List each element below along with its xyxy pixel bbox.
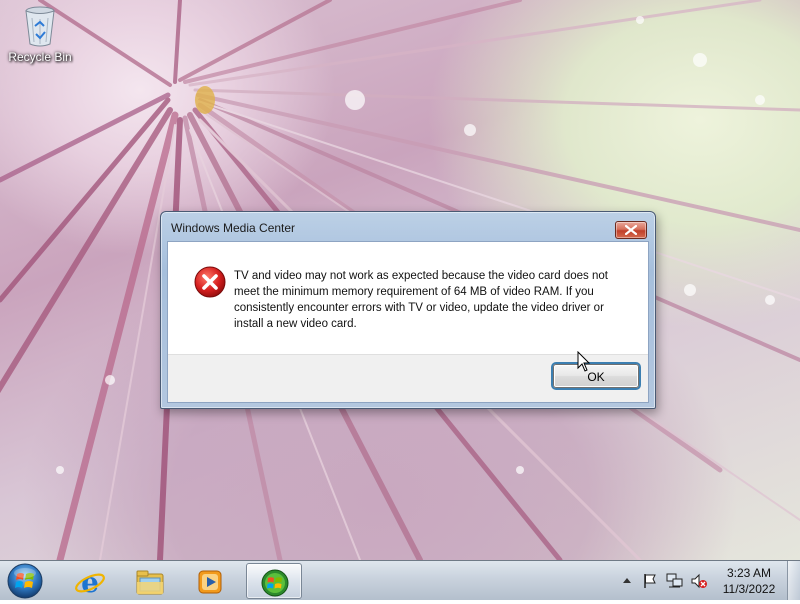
- windows-media-player-icon: [198, 570, 222, 594]
- start-button[interactable]: [6, 562, 44, 600]
- windows-start-icon: [7, 563, 43, 599]
- notification-area: [618, 561, 714, 601]
- error-icon: [194, 266, 226, 298]
- recycle-bin-shortcut[interactable]: Recycle Bin: [4, 4, 76, 64]
- network-icon[interactable]: [666, 573, 684, 589]
- taskbar-internet-explorer[interactable]: e: [62, 563, 118, 599]
- windows-explorer-icon: [136, 570, 164, 595]
- internet-explorer-icon: e: [75, 566, 105, 598]
- taskbar-windows-explorer[interactable]: [122, 563, 178, 599]
- dialog-title: Windows Media Center: [171, 221, 296, 235]
- windows-media-center-icon: [261, 569, 289, 597]
- clock-time: 3:23 AM: [726, 566, 772, 580]
- show-hidden-icons-icon[interactable]: [622, 576, 632, 584]
- taskbar-windows-media-player[interactable]: [182, 563, 238, 599]
- error-message: TV and video may not work as expected be…: [234, 270, 608, 330]
- dialog-titlebar[interactable]: Windows Media Center: [161, 212, 655, 240]
- mouse-pointer-icon: [577, 351, 591, 372]
- taskbar-windows-media-center[interactable]: [246, 563, 302, 599]
- volume-muted-icon[interactable]: [690, 573, 708, 589]
- close-button[interactable]: [615, 221, 647, 239]
- action-center-flag-icon[interactable]: [642, 573, 658, 589]
- error-dialog: Windows Media Center TV and video may no…: [160, 211, 656, 409]
- recycle-bin-icon: [25, 6, 55, 47]
- ok-button[interactable]: OK: [553, 364, 639, 388]
- system-clock[interactable]: 3:23 AM 11/3/2022: [716, 565, 782, 597]
- svg-text:e: e: [81, 566, 99, 598]
- desktop[interactable]: Recycle Bin Windows Media Center TV and …: [0, 0, 800, 560]
- close-icon: [625, 225, 637, 235]
- show-desktop-button[interactable]: [787, 561, 800, 600]
- dialog-content: TV and video may not work as expected be…: [168, 242, 648, 354]
- dialog-body: TV and video may not work as expected be…: [167, 241, 649, 403]
- clock-date: 11/3/2022: [722, 582, 776, 596]
- recycle-bin-label: Recycle Bin: [8, 50, 72, 64]
- taskbar: e 3:23 AM 11/3/2022: [0, 560, 800, 600]
